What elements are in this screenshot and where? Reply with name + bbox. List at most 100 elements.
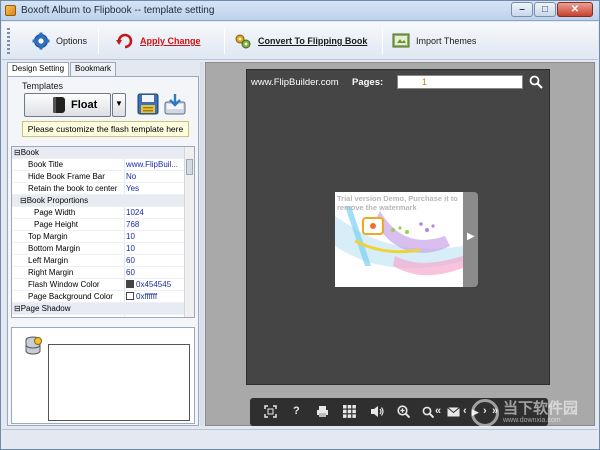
property-key: Flash Window Color xyxy=(28,280,100,289)
template-select-button[interactable]: Float xyxy=(24,93,111,117)
save-template-icon[interactable] xyxy=(137,93,159,115)
property-key: Left Margin xyxy=(28,256,69,265)
import-themes-icon xyxy=(392,33,410,48)
panel-splitter[interactable] xyxy=(200,62,204,426)
minimize-icon: – xyxy=(519,4,525,15)
email-icon[interactable] xyxy=(447,407,460,417)
property-key: Page Background Color xyxy=(28,292,113,301)
import-themes-button[interactable]: Import Themes xyxy=(392,27,476,55)
logo-circle-icon xyxy=(471,399,499,427)
options-button[interactable]: Options xyxy=(32,27,87,55)
property-row[interactable]: ⊟Page Shadow xyxy=(12,303,194,315)
property-grid: ⊟Book Book Title www.FlipBuil... Hide Boo… xyxy=(11,146,195,318)
property-row[interactable]: ⊟Book Proportions xyxy=(12,195,194,207)
database-icon xyxy=(25,336,42,355)
toolbar-grip[interactable] xyxy=(7,28,10,54)
search-icon[interactable] xyxy=(529,75,543,89)
flipbook-header: www.FlipBuilder.com Pages: 1 xyxy=(247,70,549,96)
site-logo-watermark: 当下软件园 www.downxia.com xyxy=(467,397,587,433)
templates-label: Templates xyxy=(22,81,64,91)
property-value[interactable]: 0xffffff xyxy=(126,292,184,301)
template-dropdown-button[interactable]: ▼ xyxy=(112,93,126,117)
property-value[interactable]: 0x454545 xyxy=(126,280,184,289)
print-icon[interactable] xyxy=(316,405,329,418)
property-row[interactable]: Page Width 1024 xyxy=(12,207,194,219)
book-cover-image xyxy=(335,206,463,287)
property-key: Right Margin xyxy=(28,268,74,277)
fullscreen-icon[interactable] xyxy=(264,405,277,418)
apply-change-label: Apply Change xyxy=(140,36,201,46)
chevron-down-icon: ▼ xyxy=(115,99,123,108)
sound-icon[interactable] xyxy=(370,405,384,418)
property-row[interactable]: Page Height 768 xyxy=(12,219,194,231)
property-row[interactable]: Page Background Color 0xffffff xyxy=(12,291,194,303)
template-hint: Please customize the flash template here xyxy=(22,121,189,137)
color-swatch[interactable] xyxy=(126,280,134,288)
zoom-in-icon[interactable] xyxy=(397,405,410,418)
scrollbar-thumb[interactable] xyxy=(186,159,193,175)
convert-button[interactable]: Convert To Flipping Book xyxy=(234,27,367,55)
property-value[interactable]: No xyxy=(126,172,184,181)
apply-change-button[interactable]: Apply Change xyxy=(116,27,201,55)
search-icon[interactable] xyxy=(422,406,434,418)
help-icon[interactable]: ? xyxy=(293,406,300,417)
convert-icon xyxy=(235,34,251,49)
property-row[interactable]: Book Title www.FlipBuil... xyxy=(12,159,194,171)
property-row[interactable]: Hide Book Frame Bar No xyxy=(12,171,194,183)
arrow-right-icon: ▶ xyxy=(467,231,475,242)
refresh-icon xyxy=(116,33,133,49)
book-page[interactable]: Trial version Demo, Purchase it to remov… xyxy=(335,192,463,287)
property-key: ⊟Page Shadow xyxy=(14,304,71,313)
first-page-icon[interactable]: « xyxy=(435,406,441,417)
property-key: Top Margin xyxy=(28,232,68,241)
maximize-button[interactable]: □ xyxy=(534,2,556,17)
property-row[interactable] xyxy=(12,315,194,317)
book-icon xyxy=(53,97,65,113)
property-row[interactable]: ⊟Book xyxy=(12,147,194,159)
toolbar-separator xyxy=(224,28,225,54)
page-input[interactable]: 1 xyxy=(397,75,523,89)
close-button[interactable]: ✕ xyxy=(557,2,593,17)
toolbar-separator xyxy=(98,28,99,54)
property-value[interactable]: 60 xyxy=(126,268,184,277)
property-value[interactable]: 1024 xyxy=(126,208,184,217)
property-value[interactable]: 768 xyxy=(126,220,184,229)
next-page-tab[interactable]: ▶ xyxy=(463,192,478,287)
window-title: Boxoft Album to Flipbook -- template set… xyxy=(21,5,215,16)
property-key: ⊟Book Proportions xyxy=(20,196,89,205)
site-link[interactable]: www.FlipBuilder.com xyxy=(251,77,339,88)
import-themes-label: Import Themes xyxy=(416,36,477,46)
color-value: 0xffffff xyxy=(136,292,158,301)
options-label: Options xyxy=(56,36,88,46)
property-value[interactable]: Yes xyxy=(126,184,184,193)
tab-design-setting[interactable]: Design Setting xyxy=(7,62,70,77)
property-grid-scrollbar[interactable] xyxy=(184,147,194,317)
property-value[interactable]: 60 xyxy=(126,256,184,265)
property-value[interactable]: 10 xyxy=(126,244,184,253)
property-key: Hide Book Frame Bar xyxy=(28,172,105,181)
design-panel: Design Setting Bookmark Templates Float … xyxy=(7,62,199,426)
thumbnails-icon[interactable] xyxy=(343,405,356,418)
property-row[interactable]: Retain the book to center Yes xyxy=(12,183,194,195)
app-window: Boxoft Album to Flipbook -- template set… xyxy=(0,0,600,450)
load-template-icon[interactable] xyxy=(164,93,186,115)
property-row[interactable]: Top Margin 10 xyxy=(12,231,194,243)
minimize-button[interactable]: – xyxy=(511,2,533,17)
gear-icon xyxy=(32,32,50,50)
color-value: 0x454545 xyxy=(136,280,172,289)
panel-tabs: Design Setting Bookmark xyxy=(7,62,117,77)
design-setting-body: Templates Float ▼ Please customize the f… xyxy=(7,76,199,426)
logo-text: 当下软件园 xyxy=(503,400,579,417)
property-value[interactable]: 10 xyxy=(126,232,184,241)
property-row[interactable]: Left Margin 60 xyxy=(12,255,194,267)
convert-label: Convert To Flipping Book xyxy=(258,36,368,46)
property-row[interactable]: Bottom Margin 10 xyxy=(12,243,194,255)
property-key: Bottom Margin xyxy=(28,244,81,253)
property-row[interactable]: Right Margin 60 xyxy=(12,267,194,279)
page-number: 1 xyxy=(422,77,428,87)
tab-bookmark[interactable]: Bookmark xyxy=(70,62,117,76)
property-row[interactable]: Flash Window Color 0x454545 xyxy=(12,279,194,291)
property-value[interactable]: www.FlipBuil... xyxy=(126,160,184,169)
color-swatch[interactable] xyxy=(126,292,134,300)
property-key: Book Title xyxy=(28,160,64,169)
